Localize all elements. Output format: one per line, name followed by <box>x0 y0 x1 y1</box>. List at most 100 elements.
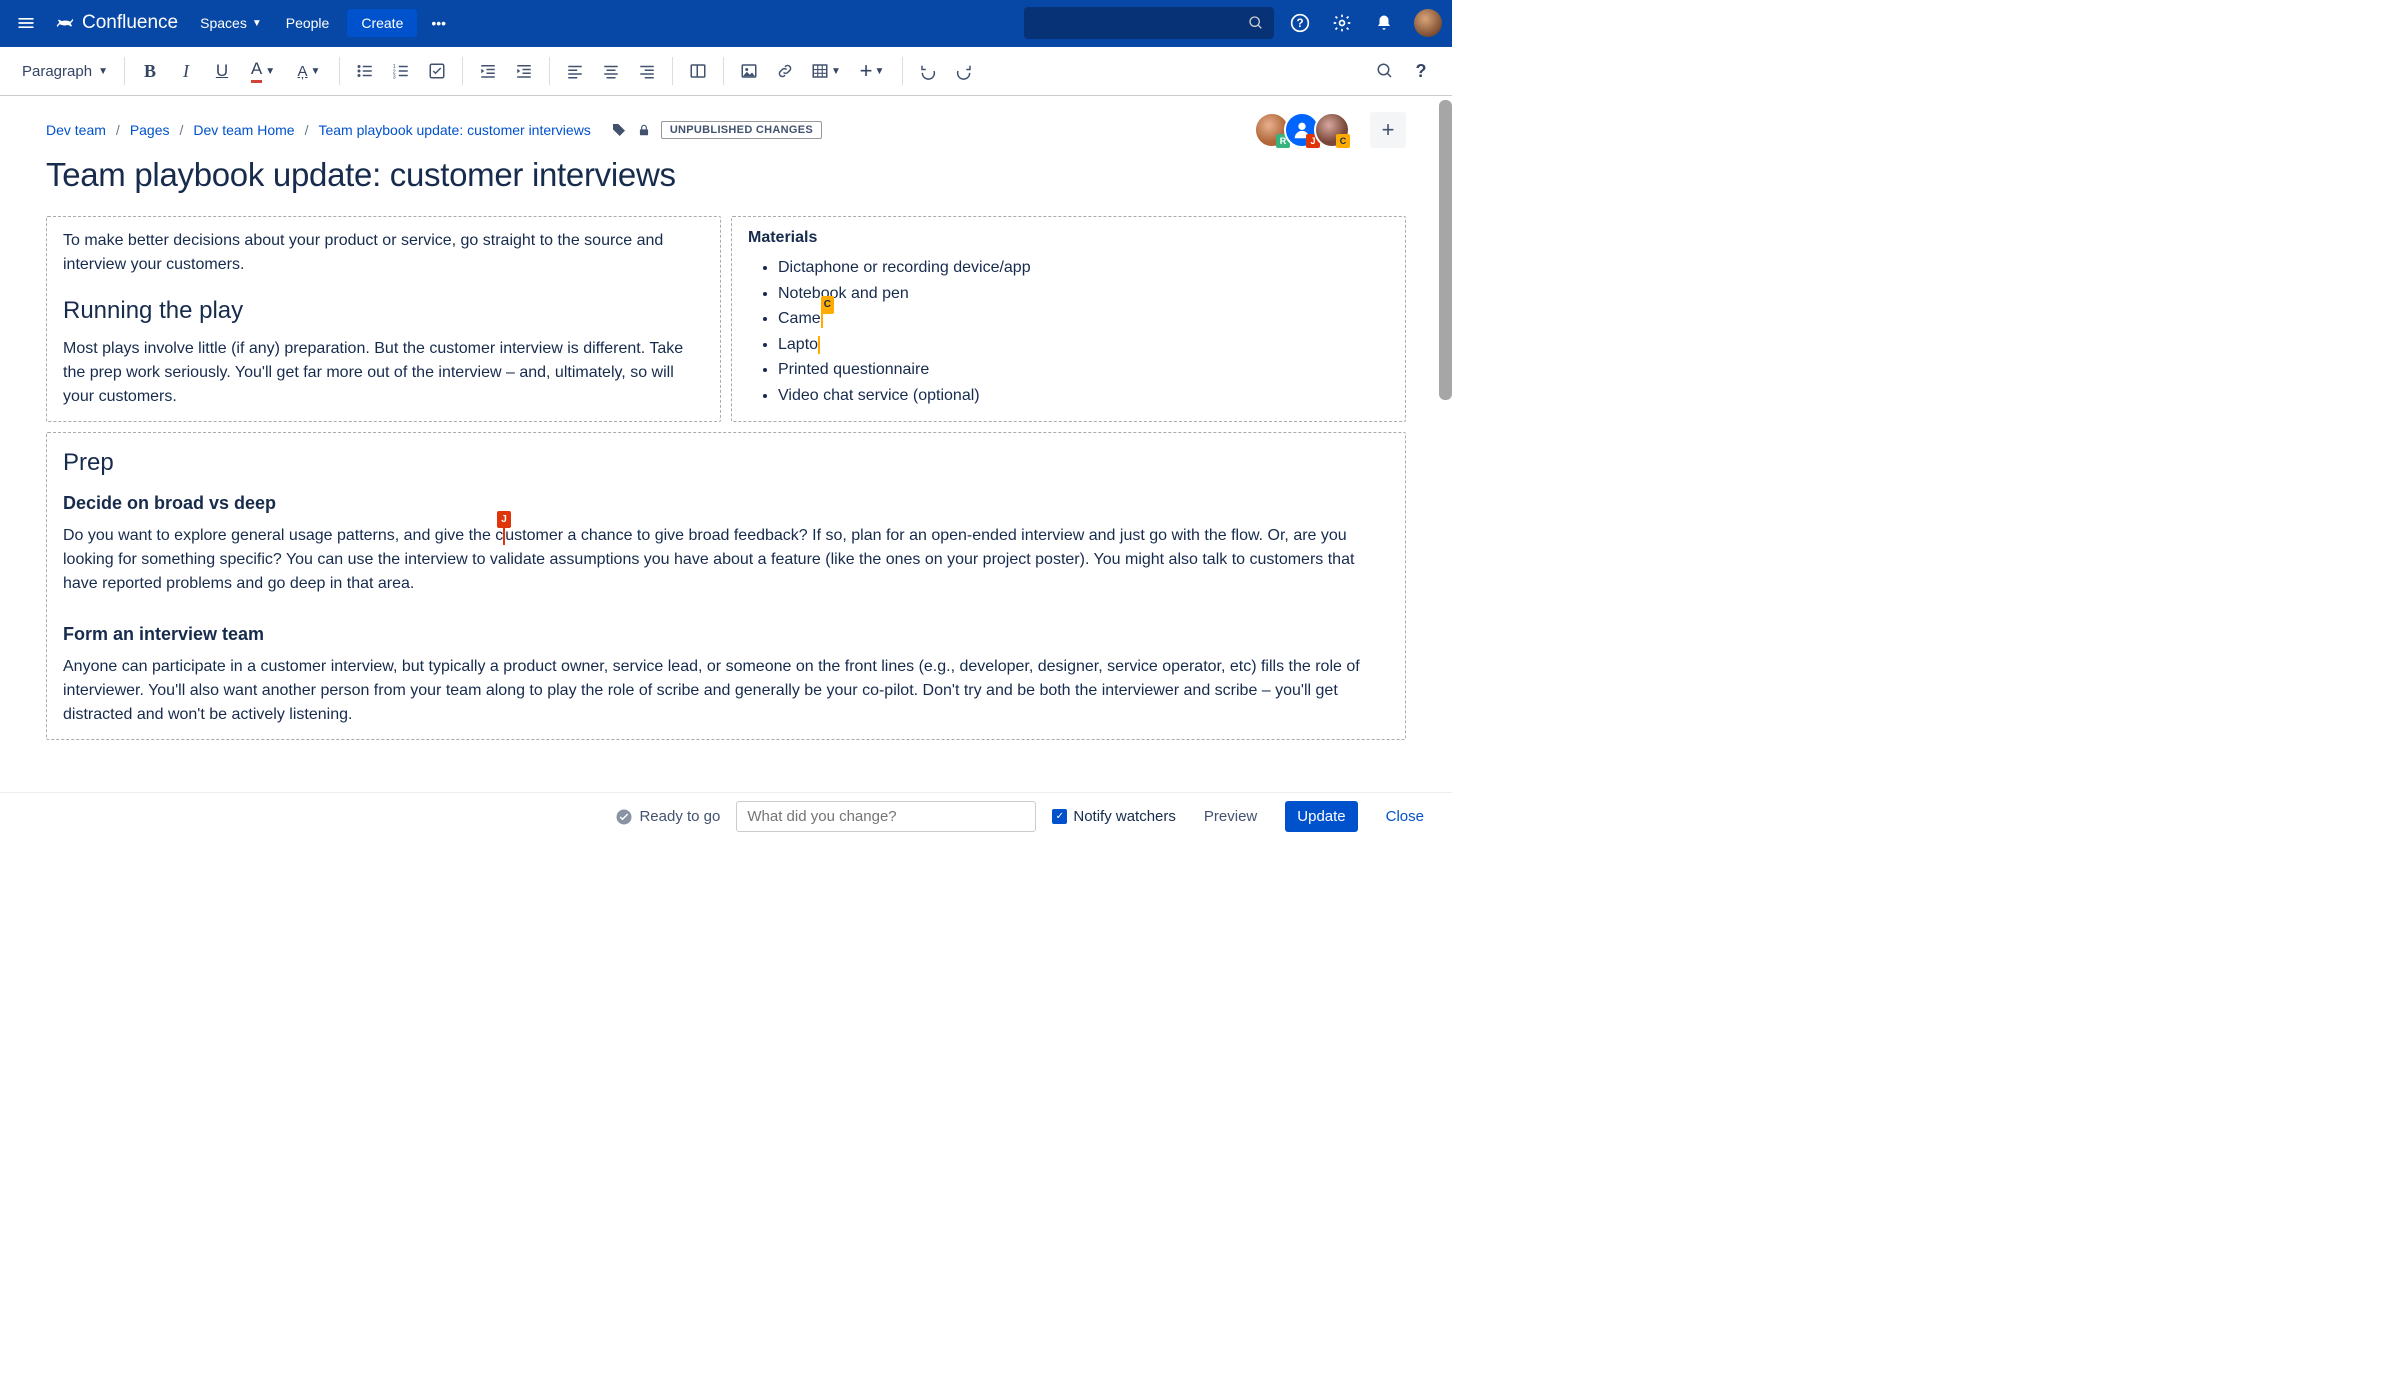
restrictions-button[interactable] <box>637 122 651 138</box>
heading-decide[interactable]: Decide on broad vs deep <box>63 493 1389 514</box>
settings-button[interactable] <box>1326 7 1358 39</box>
table-button[interactable]: ▼ <box>804 54 848 88</box>
image-icon <box>740 62 758 80</box>
collab-cursor-c: C <box>821 310 823 328</box>
cursor-tag: J <box>497 511 511 528</box>
heading-prep[interactable]: Prep <box>63 449 1389 477</box>
global-search[interactable] <box>1024 7 1274 39</box>
svg-text:3: 3 <box>393 75 396 81</box>
bold-button[interactable]: B <box>133 54 167 88</box>
search-icon <box>1376 62 1394 80</box>
list-item[interactable]: Dictaphone or recording device/app <box>778 255 1389 281</box>
layout-button[interactable] <box>681 54 715 88</box>
breadcrumb-link[interactable]: Dev team <box>46 122 106 138</box>
list-item[interactable]: Lapto <box>778 332 1389 358</box>
list-item[interactable]: CameC <box>778 306 1389 332</box>
scrollbar-thumb[interactable] <box>1439 100 1452 400</box>
check-circle-icon <box>615 808 633 826</box>
redo-icon <box>955 62 973 80</box>
chevron-down-icon: ▼ <box>831 66 841 77</box>
undo-button[interactable] <box>911 54 945 88</box>
nav-people-label: People <box>286 15 330 31</box>
preview-button[interactable]: Preview <box>1192 801 1269 832</box>
layout-cell-full[interactable]: Prep Decide on broad vs deep Do you want… <box>46 432 1406 740</box>
layout-icon <box>689 62 707 80</box>
editor-help-button[interactable]: ? <box>1404 54 1438 88</box>
update-button[interactable]: Update <box>1285 801 1357 832</box>
insert-button[interactable]: +▼ <box>850 54 894 88</box>
cursor-tag: C <box>821 296 834 314</box>
list-item[interactable]: Printed questionnaire <box>778 357 1389 383</box>
notifications-button[interactable] <box>1368 7 1400 39</box>
labels-button[interactable] <box>611 122 627 138</box>
intro-text[interactable]: To make better decisions about your prod… <box>63 229 704 277</box>
plus-icon: + <box>1382 117 1395 143</box>
notify-watchers-toggle[interactable]: ✓ Notify watchers <box>1052 808 1176 825</box>
outdent-button[interactable] <box>471 54 505 88</box>
add-collaborator-button[interactable]: + <box>1370 112 1406 148</box>
decide-text[interactable]: Do you want to explore general usage pat… <box>63 524 1389 596</box>
align-right-button[interactable] <box>630 54 664 88</box>
underline-button[interactable]: U <box>205 54 239 88</box>
materials-list[interactable]: Dictaphone or recording device/app Noteb… <box>748 255 1389 409</box>
chevron-down-icon: ▼ <box>265 66 275 77</box>
image-button[interactable] <box>732 54 766 88</box>
layout-cell-left[interactable]: To make better decisions about your prod… <box>46 216 721 422</box>
bold-icon: B <box>144 61 156 82</box>
help-button[interactable]: ? <box>1284 7 1316 39</box>
number-list-button[interactable]: 123 <box>384 54 418 88</box>
lock-icon <box>637 122 651 138</box>
editor-content[interactable]: To make better decisions about your prod… <box>0 198 1452 784</box>
breadcrumb-link[interactable]: Pages <box>130 122 170 138</box>
layout-cell-right[interactable]: Materials Dictaphone or recording device… <box>731 216 1406 422</box>
heading-form[interactable]: Form an interview team <box>63 624 1389 645</box>
search-icon <box>1248 15 1264 31</box>
create-label: Create <box>361 15 403 31</box>
collab-cursor-j: J <box>503 527 505 545</box>
task-list-button[interactable] <box>420 54 454 88</box>
materials-heading[interactable]: Materials <box>748 229 1389 247</box>
align-left-icon <box>566 62 584 80</box>
close-button[interactable]: Close <box>1374 801 1436 832</box>
find-button[interactable] <box>1368 54 1402 88</box>
app-switcher-button[interactable] <box>10 7 42 39</box>
align-center-button[interactable] <box>594 54 628 88</box>
list-item[interactable]: Notebook and pen <box>778 281 1389 307</box>
collaborator-avatar[interactable]: C <box>1314 112 1350 148</box>
nav-people[interactable]: People <box>276 9 340 37</box>
notify-label: Notify watchers <box>1073 808 1176 825</box>
italic-button[interactable]: I <box>169 54 203 88</box>
profile-avatar[interactable] <box>1414 9 1442 37</box>
page-header: Dev team / Pages / Dev team Home / Team … <box>0 96 1452 198</box>
plus-icon: + <box>860 58 873 84</box>
more-menu-button[interactable]: ••• <box>421 9 456 37</box>
unpublished-badge: UNPUBLISHED CHANGES <box>661 121 822 139</box>
confluence-logo[interactable]: Confluence <box>46 12 186 34</box>
form-text[interactable]: Anyone can participate in a customer int… <box>63 655 1389 727</box>
breadcrumb-current[interactable]: Team playbook update: customer interview… <box>318 122 590 138</box>
separator <box>549 57 550 85</box>
breadcrumb-link[interactable]: Dev team Home <box>193 122 294 138</box>
more-formatting-button[interactable]: A͎▼ <box>287 54 331 88</box>
chevron-down-icon: ▼ <box>311 66 321 77</box>
align-right-icon <box>638 62 656 80</box>
text-color-button[interactable]: A▼ <box>241 54 285 88</box>
separator <box>672 57 673 85</box>
breadcrumb-sep: / <box>180 122 184 138</box>
underline-icon: U <box>216 61 228 81</box>
bullet-list-button[interactable] <box>348 54 382 88</box>
heading-running[interactable]: Running the play <box>63 297 704 325</box>
nav-spaces[interactable]: Spaces ▼ <box>190 9 272 37</box>
align-left-button[interactable] <box>558 54 592 88</box>
change-comment-input[interactable] <box>736 801 1036 832</box>
ready-status: Ready to go <box>615 808 720 826</box>
link-button[interactable] <box>768 54 802 88</box>
indent-button[interactable] <box>507 54 541 88</box>
page-title[interactable]: Team playbook update: customer interview… <box>46 156 1406 194</box>
list-item[interactable]: Video chat service (optional) <box>778 383 1389 409</box>
redo-button[interactable] <box>947 54 981 88</box>
create-button[interactable]: Create <box>347 9 417 37</box>
running-text[interactable]: Most plays involve little (if any) prepa… <box>63 337 704 409</box>
style-label: Paragraph <box>22 63 92 80</box>
paragraph-style-select[interactable]: Paragraph ▼ <box>14 59 116 84</box>
